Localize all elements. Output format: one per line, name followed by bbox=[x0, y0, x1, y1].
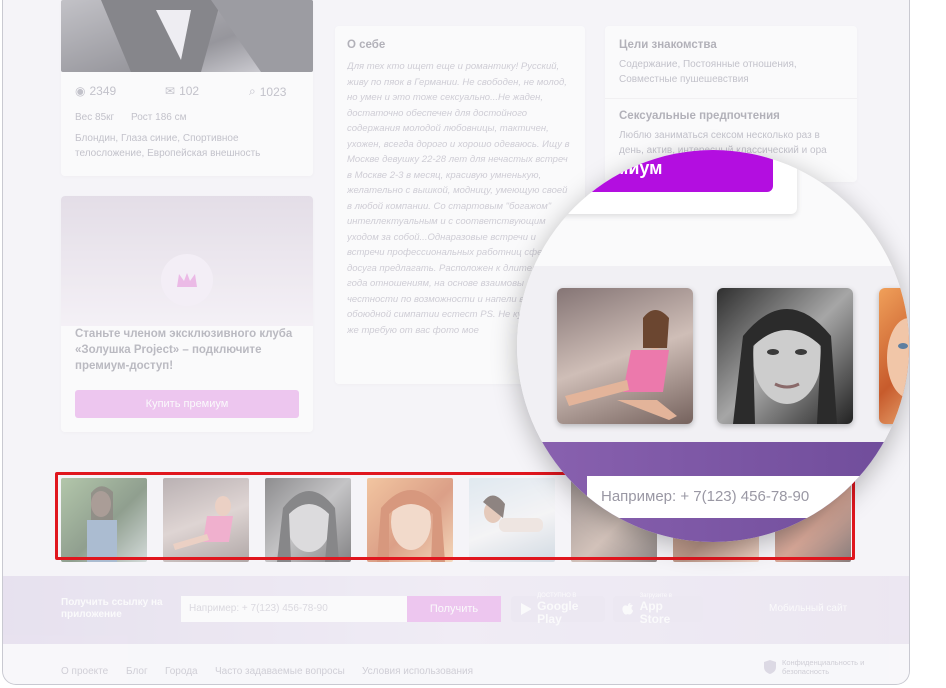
suit-figure bbox=[101, 0, 313, 72]
views-stat: ◉ 2349 bbox=[75, 84, 116, 98]
about-title: О себе bbox=[347, 39, 386, 51]
views-count: 2349 bbox=[89, 84, 117, 98]
security-badge[interactable]: Конфиденциальность и безопасность bbox=[763, 658, 872, 676]
lens-girl-bw-face bbox=[733, 309, 837, 424]
footer-link-faq[interactable]: Часто задаваемые вопросы bbox=[215, 666, 345, 677]
search-icon: ⌕ bbox=[249, 84, 256, 98]
lens-girl-pink-dress bbox=[565, 310, 677, 420]
footer-link-cities[interactable]: Города bbox=[165, 666, 198, 677]
lens-phone-input[interactable]: Например: + 7(123) 456-78-90 bbox=[587, 476, 877, 518]
google-play-button[interactable]: ДОСТУПНО В Google Play bbox=[511, 593, 605, 625]
apple-icon bbox=[622, 603, 633, 615]
premium-card: Станьте членом эксклюзивного клуба «Золу… bbox=[61, 196, 313, 432]
app-store-label: App Store bbox=[639, 598, 671, 626]
eye-icon: ◉ bbox=[75, 84, 86, 98]
security-text: Конфиденциальность и безопасность bbox=[782, 658, 865, 676]
crown-icon bbox=[177, 273, 197, 287]
get-button[interactable]: Получить bbox=[407, 596, 501, 622]
lens-content: миум Например: + 7(123) 456-78-90 bbox=[517, 150, 909, 542]
get-link-label: Получить ссылку на приложение bbox=[61, 597, 163, 620]
sex-title: Сексуальные предпочтения bbox=[619, 110, 780, 122]
buy-premium-button[interactable]: Купить премиум bbox=[75, 390, 299, 418]
magnifier-lens: миум Например: + 7(123) 456-78-90 bbox=[517, 150, 909, 542]
messages-count: 102 bbox=[179, 84, 200, 98]
lens-girl-redhead bbox=[887, 318, 909, 398]
goals-text: Содержание, Постоянные отношения, Совмес… bbox=[619, 59, 797, 85]
profile-card: ◉ 2349 ✉ 102 ⌕ 1023 Вес 85кг Рост 186 см… bbox=[61, 0, 313, 176]
lens-photo-2[interactable] bbox=[717, 288, 853, 424]
messages-stat: ✉ 102 bbox=[165, 84, 199, 98]
lens-photo-3[interactable] bbox=[879, 288, 909, 424]
browser-frame: ◉ 2349 ✉ 102 ⌕ 1023 Вес 85кг Рост 186 см… bbox=[2, 0, 910, 685]
chat-icon: ✉ bbox=[165, 84, 176, 98]
searches-count: 1023 bbox=[259, 84, 287, 99]
premium-text: Станьте членом эксклюзивного клуба «Золу… bbox=[75, 328, 293, 372]
profile-photo[interactable] bbox=[61, 0, 313, 72]
lens-premium-label: миум bbox=[615, 158, 663, 178]
traits-text: Блондин, Глаза синие, Спортивное телосло… bbox=[75, 133, 261, 159]
lens-photo-1[interactable] bbox=[557, 288, 693, 424]
goals-divider bbox=[605, 98, 857, 99]
phone-input[interactable]: Например: + 7(123) 456-78-90 bbox=[181, 596, 407, 622]
google-play-icon bbox=[521, 603, 532, 615]
mobile-site-link[interactable]: Мобильный сайт bbox=[769, 603, 847, 614]
google-play-label: Google Play bbox=[537, 598, 579, 626]
app-store-button[interactable]: Загрузите в App Store bbox=[613, 593, 703, 625]
footer-link-terms[interactable]: Условия использования bbox=[362, 666, 473, 677]
height-value: Рост 186 см bbox=[131, 112, 187, 123]
footer-link-blog[interactable]: Блог bbox=[126, 666, 148, 677]
weight-value: Вес 85кг bbox=[75, 112, 115, 123]
goals-title: Цели знакомства bbox=[619, 39, 717, 51]
footer-link-about[interactable]: О проекте bbox=[61, 666, 108, 677]
app-download-band: Получить ссылку на приложение Например: … bbox=[3, 576, 909, 644]
searches-stat: ⌕ 1023 bbox=[249, 84, 286, 99]
shield-icon bbox=[764, 660, 776, 674]
crown-badge bbox=[161, 254, 213, 306]
lens-premium-button[interactable]: миум bbox=[557, 150, 773, 192]
